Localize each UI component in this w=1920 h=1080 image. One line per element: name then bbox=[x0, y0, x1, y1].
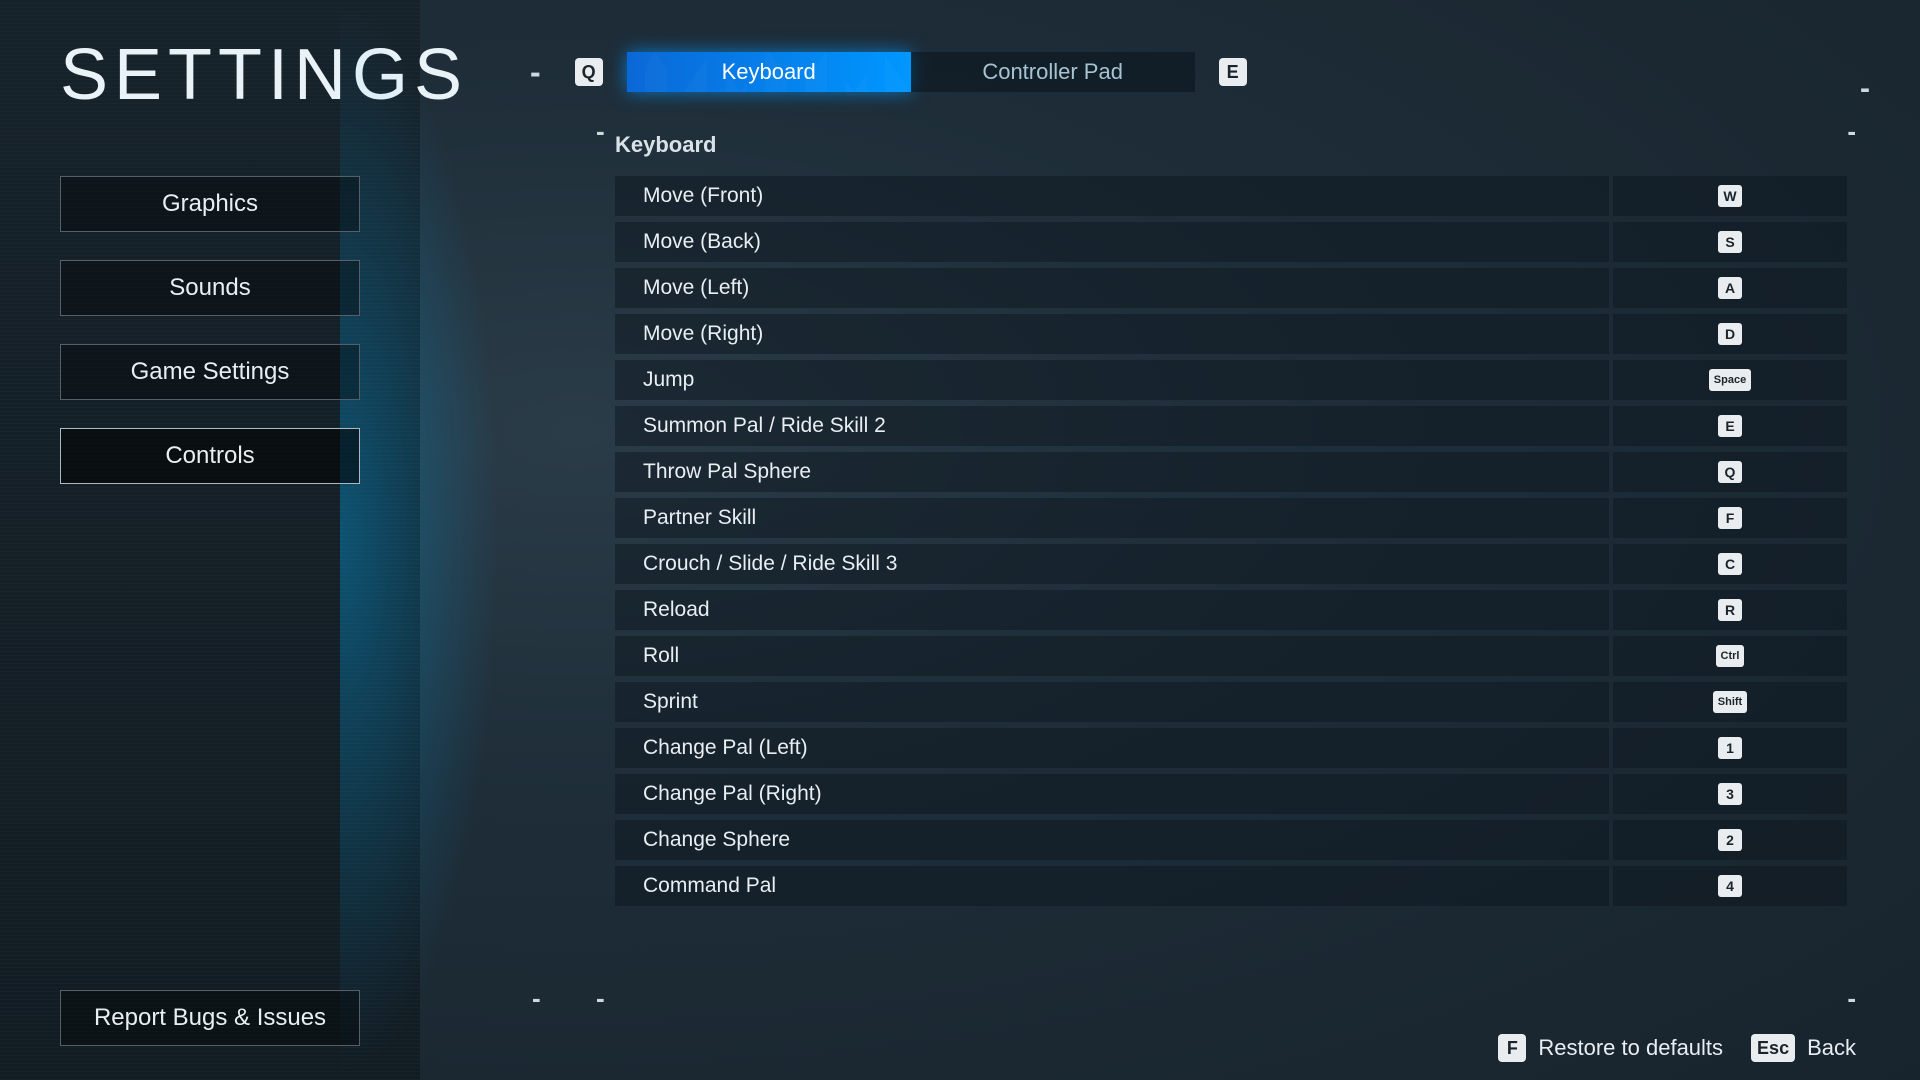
binding-row: Summon Pal / Ride Skill 2 E bbox=[615, 406, 1847, 446]
keycap-icon: Q bbox=[1718, 461, 1742, 483]
sidebar-item-graphics[interactable]: Graphics bbox=[60, 176, 360, 232]
binding-action-label[interactable]: Change Sphere bbox=[615, 820, 1609, 860]
binding-key-button[interactable]: S bbox=[1613, 222, 1847, 262]
sidebar-spacer bbox=[60, 512, 360, 990]
decoration-dash-icon: - bbox=[532, 983, 541, 1014]
binding-action-label[interactable]: Crouch / Slide / Ride Skill 3 bbox=[615, 544, 1609, 584]
keycap-icon: 4 bbox=[1718, 875, 1742, 897]
tabs: KeyboardController Pad bbox=[627, 52, 1195, 92]
binding-key-button[interactable]: C bbox=[1613, 544, 1847, 584]
binding-row: Move (Front) W bbox=[615, 176, 1847, 216]
binding-key-button[interactable]: Q bbox=[1613, 452, 1847, 492]
keycap-icon: W bbox=[1718, 185, 1742, 207]
binding-action-label[interactable]: Change Pal (Right) bbox=[615, 774, 1609, 814]
restore-defaults-button[interactable]: F Restore to defaults bbox=[1498, 1034, 1723, 1062]
decoration-dash-icon: - bbox=[596, 983, 605, 1014]
section-heading: Keyboard bbox=[615, 132, 1860, 158]
keycap-icon: Shift bbox=[1713, 691, 1747, 713]
binding-row: Crouch / Slide / Ride Skill 3 C bbox=[615, 544, 1847, 584]
next-tab-hint-key: E bbox=[1219, 58, 1247, 86]
binding-row: Partner Skill F bbox=[615, 498, 1847, 538]
binding-key-button[interactable]: 4 bbox=[1613, 866, 1847, 906]
binding-action-label[interactable]: Move (Left) bbox=[615, 268, 1609, 308]
prev-tab-hint-key: Q bbox=[575, 58, 603, 86]
keycap-icon: S bbox=[1718, 231, 1742, 253]
binding-row: Command Pal 4 bbox=[615, 866, 1847, 906]
back-button[interactable]: Esc Back bbox=[1751, 1034, 1856, 1062]
keycap-icon: A bbox=[1718, 277, 1742, 299]
keycap-icon: 1 bbox=[1718, 737, 1742, 759]
binding-row: Change Pal (Left) 1 bbox=[615, 728, 1847, 768]
keycap-icon: 3 bbox=[1718, 783, 1742, 805]
decoration-dash-icon: - bbox=[1860, 72, 1870, 106]
decoration-dash-icon: - bbox=[1847, 116, 1856, 147]
binding-action-label[interactable]: Move (Front) bbox=[615, 176, 1609, 216]
keycap-icon: E bbox=[1718, 415, 1742, 437]
binding-key-button[interactable]: Ctrl bbox=[1613, 636, 1847, 676]
decoration-dash-icon: - bbox=[596, 116, 605, 147]
restore-label: Restore to defaults bbox=[1538, 1035, 1723, 1061]
keycap-icon: 2 bbox=[1718, 829, 1742, 851]
binding-key-button[interactable]: F bbox=[1613, 498, 1847, 538]
binding-key-button[interactable]: E bbox=[1613, 406, 1847, 446]
binding-row: Move (Right) D bbox=[615, 314, 1847, 354]
keycap-icon: Ctrl bbox=[1716, 645, 1745, 667]
keycap-icon: F bbox=[1718, 507, 1742, 529]
binding-key-button[interactable]: D bbox=[1613, 314, 1847, 354]
binding-action-label[interactable]: Reload bbox=[615, 590, 1609, 630]
binding-key-button[interactable]: Space bbox=[1613, 360, 1847, 400]
decoration-dash-icon: - bbox=[530, 54, 541, 91]
binding-action-label[interactable]: Throw Pal Sphere bbox=[615, 452, 1609, 492]
binding-action-label[interactable]: Roll bbox=[615, 636, 1609, 676]
binding-action-label[interactable]: Change Pal (Left) bbox=[615, 728, 1609, 768]
report-bugs-button[interactable]: Report Bugs & Issues bbox=[60, 990, 360, 1046]
binding-row: Throw Pal Sphere Q bbox=[615, 452, 1847, 492]
bindings-list: Move (Front)WMove (Back)SMove (Left)AMov… bbox=[615, 176, 1847, 906]
content-frame: - - Keyboard Move (Front)WMove (Back)SMo… bbox=[510, 120, 1860, 1080]
keycap-icon: R bbox=[1718, 599, 1742, 621]
binding-action-label[interactable]: Command Pal bbox=[615, 866, 1609, 906]
sidebar: SETTINGS Graphics Sounds Game Settings Cont… bbox=[0, 0, 420, 1080]
tabs-row: - Q KeyboardController Pad E bbox=[530, 52, 1860, 92]
keycap-icon: Space bbox=[1709, 369, 1751, 391]
page-title: SETTINGS bbox=[60, 34, 360, 116]
sidebar-item-sounds[interactable]: Sounds bbox=[60, 260, 360, 316]
binding-action-label[interactable]: Partner Skill bbox=[615, 498, 1609, 538]
sidebar-item-game-settings[interactable]: Game Settings bbox=[60, 344, 360, 400]
binding-key-button[interactable]: 1 bbox=[1613, 728, 1847, 768]
binding-row: Change Sphere 2 bbox=[615, 820, 1847, 860]
restore-key-hint: F bbox=[1498, 1034, 1526, 1062]
binding-row: Change Pal (Right) 3 bbox=[615, 774, 1847, 814]
back-label: Back bbox=[1807, 1035, 1856, 1061]
footer-actions: F Restore to defaults Esc Back bbox=[1498, 1034, 1856, 1062]
binding-row: Sprint Shift bbox=[615, 682, 1847, 722]
keycap-icon: D bbox=[1718, 323, 1742, 345]
binding-key-button[interactable]: A bbox=[1613, 268, 1847, 308]
tab-controller-pad[interactable]: Controller Pad bbox=[911, 52, 1195, 92]
keycap-icon: C bbox=[1718, 553, 1742, 575]
tab-keyboard[interactable]: Keyboard bbox=[627, 52, 911, 92]
binding-key-button[interactable]: R bbox=[1613, 590, 1847, 630]
binding-key-button[interactable]: 3 bbox=[1613, 774, 1847, 814]
binding-action-label[interactable]: Move (Back) bbox=[615, 222, 1609, 262]
binding-row: Roll Ctrl bbox=[615, 636, 1847, 676]
back-key-hint: Esc bbox=[1751, 1034, 1795, 1062]
binding-action-label[interactable]: Jump bbox=[615, 360, 1609, 400]
binding-key-button[interactable]: Shift bbox=[1613, 682, 1847, 722]
binding-row: Move (Back) S bbox=[615, 222, 1847, 262]
binding-action-label[interactable]: Sprint bbox=[615, 682, 1609, 722]
binding-action-label[interactable]: Move (Right) bbox=[615, 314, 1609, 354]
binding-key-button[interactable]: 2 bbox=[1613, 820, 1847, 860]
binding-action-label[interactable]: Summon Pal / Ride Skill 2 bbox=[615, 406, 1609, 446]
binding-row: Move (Left) A bbox=[615, 268, 1847, 308]
sidebar-item-controls[interactable]: Controls bbox=[60, 428, 360, 484]
main-panel: - Q KeyboardController Pad E - - - Keybo… bbox=[420, 0, 1920, 1080]
decoration-dash-icon: - bbox=[1847, 983, 1856, 1014]
binding-row: Jump Space bbox=[615, 360, 1847, 400]
binding-row: Reload R bbox=[615, 590, 1847, 630]
binding-key-button[interactable]: W bbox=[1613, 176, 1847, 216]
